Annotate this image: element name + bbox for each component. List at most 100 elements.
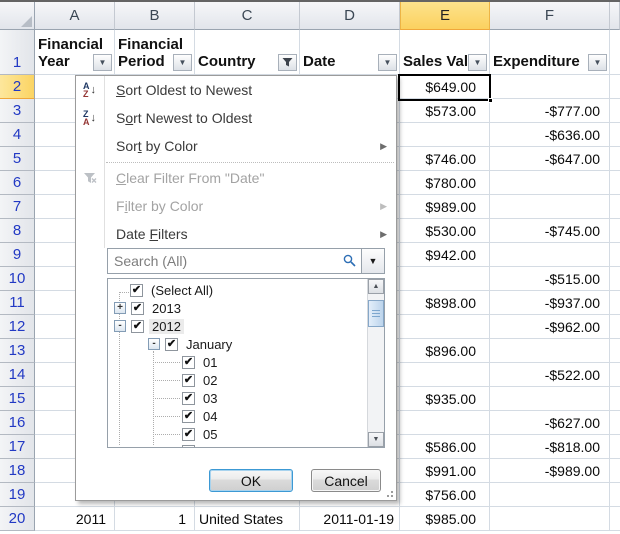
row-header[interactable]: 13: [0, 339, 35, 363]
row-header-selected[interactable]: 2: [0, 75, 35, 99]
tree-scrollbar[interactable]: ▲ ▼: [367, 279, 384, 447]
cell[interactable]: $985.00: [400, 507, 490, 531]
checkbox-checked[interactable]: ✔: [182, 356, 195, 369]
cell-d1[interactable]: Date ▼: [300, 30, 400, 75]
checkbox-checked[interactable]: ✔: [182, 410, 195, 423]
filter-dropdown-button-b[interactable]: ▼: [173, 54, 192, 71]
column-header-d[interactable]: D: [300, 2, 400, 30]
collapse-minus-icon[interactable]: -: [114, 320, 126, 332]
row-header[interactable]: 18: [0, 459, 35, 483]
row-header[interactable]: 7: [0, 195, 35, 219]
collapse-minus-icon[interactable]: -: [148, 338, 160, 350]
cell[interactable]: -$636.00: [490, 123, 610, 147]
row-header[interactable]: 10: [0, 267, 35, 291]
cell-a1[interactable]: Financial Year ▼: [35, 30, 115, 75]
cell[interactable]: -$745.00: [490, 219, 610, 243]
fill-handle[interactable]: [488, 98, 493, 103]
cell[interactable]: $756.00: [400, 483, 490, 507]
cell[interactable]: [490, 243, 610, 267]
cell[interactable]: -$818.00: [490, 435, 610, 459]
cell[interactable]: 2011-01-19: [300, 507, 400, 531]
cell[interactable]: [400, 123, 490, 147]
cell[interactable]: United States: [195, 507, 300, 531]
tree-item-day-04[interactable]: ✔ 04: [108, 407, 367, 425]
menu-item-date-filters[interactable]: Date Filters ▶: [76, 220, 396, 248]
tree-item-day-02[interactable]: ✔ 02: [108, 371, 367, 389]
cell[interactable]: $991.00: [400, 459, 490, 483]
row-header[interactable]: 9: [0, 243, 35, 267]
row-header[interactable]: 19: [0, 483, 35, 507]
cell[interactable]: -$962.00: [490, 315, 610, 339]
cell[interactable]: [490, 507, 610, 531]
menu-item-sort-newest-to-oldest[interactable]: ZA↓ Sort Newest to Oldest: [76, 104, 396, 132]
cell-e1[interactable]: Sales Value ▼: [400, 30, 490, 75]
ok-button[interactable]: OK: [209, 469, 293, 492]
cell[interactable]: $573.00: [400, 99, 490, 123]
cell[interactable]: [400, 411, 490, 435]
cell[interactable]: $898.00: [400, 291, 490, 315]
checkbox-checked[interactable]: ✔: [130, 284, 143, 297]
tree-item-2012[interactable]: - ✔ 2012: [108, 317, 367, 335]
tree-item-2013[interactable]: + ✔ 2013: [108, 299, 367, 317]
menu-item-sort-by-color[interactable]: Sort by Color ▶: [76, 132, 396, 160]
cell[interactable]: [400, 315, 490, 339]
row-header[interactable]: 20: [0, 507, 35, 531]
row-header[interactable]: 17: [0, 435, 35, 459]
row-header[interactable]: 11: [0, 291, 35, 315]
scroll-down-button[interactable]: ▼: [368, 432, 384, 447]
checkbox-checked[interactable]: ✔: [131, 302, 144, 315]
checkbox-checked[interactable]: ✔: [131, 320, 144, 333]
tree-item-day-05[interactable]: ✔ 05: [108, 425, 367, 443]
menu-item-sort-oldest-to-newest[interactable]: AZ↓ Sort Oldest to Newest: [76, 76, 396, 104]
column-header-c[interactable]: C: [195, 2, 300, 30]
row-header[interactable]: 8: [0, 219, 35, 243]
filter-dropdown-button-d[interactable]: ▼: [378, 54, 397, 71]
checkbox-checked[interactable]: ✔: [182, 374, 195, 387]
column-header-e-selected[interactable]: E: [400, 2, 490, 30]
filter-dropdown-button-e[interactable]: ▼: [468, 54, 487, 71]
row-header[interactable]: 15: [0, 387, 35, 411]
cancel-button[interactable]: Cancel: [311, 469, 381, 492]
column-header-f[interactable]: F: [490, 2, 610, 30]
menu-item-clear-filter[interactable]: Clear Filter From "Date": [76, 164, 396, 192]
checkbox-checked[interactable]: ✔: [182, 392, 195, 405]
cell[interactable]: 2011: [35, 507, 115, 531]
select-all-corner[interactable]: [0, 2, 35, 30]
menu-item-filter-by-color[interactable]: Filter by Color ▶: [76, 192, 396, 220]
cell[interactable]: $530.00: [400, 219, 490, 243]
cell[interactable]: [490, 483, 610, 507]
cell[interactable]: -$777.00: [490, 99, 610, 123]
row-header[interactable]: 4: [0, 123, 35, 147]
scroll-up-button[interactable]: ▲: [368, 279, 384, 294]
cell[interactable]: [400, 363, 490, 387]
row-header[interactable]: 3: [0, 99, 35, 123]
cell[interactable]: -$647.00: [490, 147, 610, 171]
row-header[interactable]: 6: [0, 171, 35, 195]
cell[interactable]: $989.00: [400, 195, 490, 219]
filter-active-button-c[interactable]: [278, 54, 297, 71]
resize-grip[interactable]: [384, 488, 394, 498]
cell[interactable]: -$522.00: [490, 363, 610, 387]
cell[interactable]: -$937.00: [490, 291, 610, 315]
cell[interactable]: 1: [115, 507, 195, 531]
cell[interactable]: $586.00: [400, 435, 490, 459]
search-input[interactable]: [108, 249, 361, 273]
row-header[interactable]: 14: [0, 363, 35, 387]
cell[interactable]: [490, 75, 610, 99]
checkbox[interactable]: [182, 445, 195, 447]
cell-c1[interactable]: Country: [195, 30, 300, 75]
cell-b1[interactable]: Financial Period ▼: [115, 30, 195, 75]
tree-item-day-03[interactable]: ✔ 03: [108, 389, 367, 407]
cell[interactable]: [490, 387, 610, 411]
row-header[interactable]: 5: [0, 147, 35, 171]
checkbox-checked[interactable]: ✔: [165, 338, 178, 351]
scrollbar-thumb[interactable]: [368, 300, 384, 327]
cell[interactable]: [490, 339, 610, 363]
filter-dropdown-button-a[interactable]: ▼: [93, 54, 112, 71]
cell-f1[interactable]: Expenditure ▼: [490, 30, 610, 75]
cell[interactable]: -$627.00: [490, 411, 610, 435]
cell[interactable]: $896.00: [400, 339, 490, 363]
tree-item-january[interactable]: - ✔ January: [108, 335, 367, 353]
cell[interactable]: [490, 171, 610, 195]
search-scope-dropdown-button[interactable]: ▼: [362, 248, 385, 274]
